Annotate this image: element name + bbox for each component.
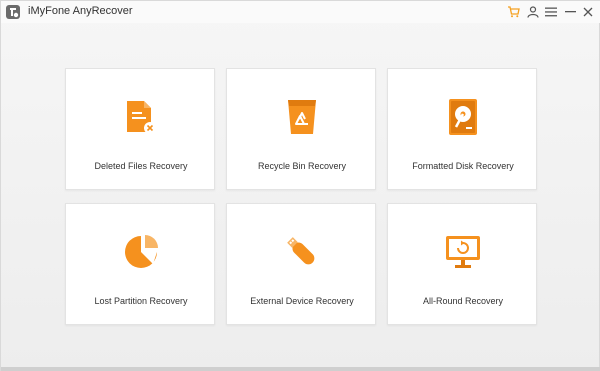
all-round-icon	[443, 232, 483, 272]
card-label: Recycle Bin Recovery	[257, 161, 347, 171]
card-recycle-bin-recovery[interactable]: Recycle Bin Recovery	[226, 68, 376, 190]
external-device-icon	[282, 232, 322, 272]
card-label: All-Round Recovery	[422, 296, 504, 306]
lost-partition-icon	[121, 232, 161, 272]
user-icon[interactable]	[525, 4, 541, 20]
bottom-border	[1, 367, 600, 371]
card-formatted-disk-recovery[interactable]: Formatted Disk Recovery	[387, 68, 537, 190]
card-deleted-files-recovery[interactable]: Deleted Files Recovery	[65, 68, 215, 190]
recycle-bin-icon	[282, 97, 322, 137]
card-external-device-recovery[interactable]: External Device Recovery	[226, 203, 376, 325]
card-lost-partition-recovery[interactable]: Lost Partition Recovery	[65, 203, 215, 325]
app-window: iMyFone AnyRecover Deleted Files Recover…	[0, 0, 600, 371]
card-label: Formatted Disk Recovery	[412, 161, 514, 171]
title-bar: iMyFone AnyRecover	[1, 1, 600, 23]
menu-icon[interactable]	[543, 4, 559, 20]
card-all-round-recovery[interactable]: All-Round Recovery	[387, 203, 537, 325]
card-label: Lost Partition Recovery	[94, 296, 188, 306]
cart-icon[interactable]	[505, 4, 521, 20]
deleted-file-icon	[121, 97, 161, 137]
card-label: Deleted Files Recovery	[94, 161, 188, 171]
card-label: External Device Recovery	[250, 296, 354, 306]
close-icon[interactable]	[580, 4, 596, 20]
app-logo-icon	[5, 4, 21, 20]
minimize-icon[interactable]	[562, 4, 578, 20]
formatted-disk-icon	[443, 97, 483, 137]
app-title: iMyFone AnyRecover	[28, 5, 133, 17]
